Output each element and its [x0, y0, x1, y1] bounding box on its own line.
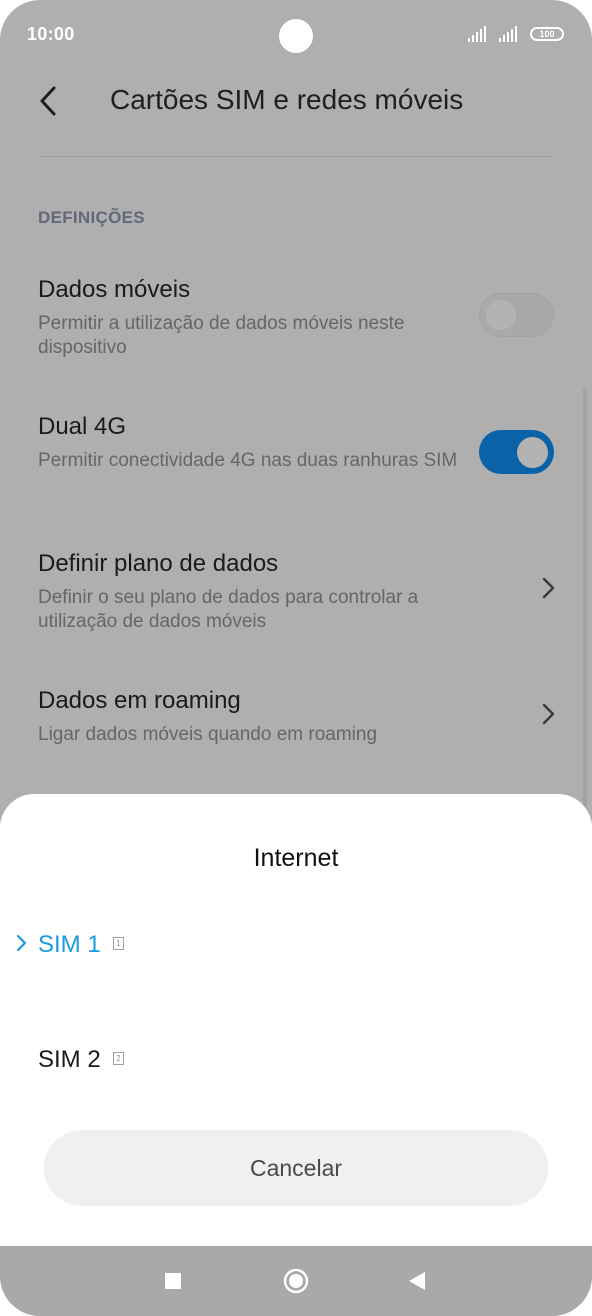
camera-cutout: [279, 19, 313, 53]
phone-screen: 10:00 100 Cartões SIM e redes móveis DEF…: [0, 0, 592, 1316]
header: Cartões SIM e redes móveis: [0, 70, 592, 150]
header-divider: [38, 156, 554, 157]
setting-title: Definir plano de dados: [38, 550, 279, 577]
chevron-right-icon: [542, 577, 555, 599]
scrollbar[interactable]: [583, 388, 587, 808]
sim2-option[interactable]: SIM 2 2: [0, 1019, 592, 1099]
page-title: Cartões SIM e redes móveis: [110, 84, 464, 115]
section-label: DEFINIÇÕES: [38, 208, 145, 227]
setting-subtitle: Ligar dados móveis quando em roaming: [38, 724, 378, 745]
status-time: 10:00: [27, 24, 75, 44]
toggle-knob: [517, 437, 548, 468]
mobile-data-toggle[interactable]: [479, 293, 554, 337]
selected-chevron-icon: [16, 934, 27, 952]
setting-title: Dados em roaming: [38, 687, 241, 714]
triangle-back-icon[interactable]: [406, 1270, 428, 1292]
setting-subtitle: Definir o seu plano de dados para contro…: [38, 587, 419, 632]
setting-data-roaming[interactable]: Dados em roaming Ligar dados móveis quan…: [0, 687, 592, 767]
circle-icon[interactable]: [282, 1267, 310, 1295]
sheet-title: Internet: [253, 844, 339, 872]
sim1-slot-icon: 1: [113, 937, 124, 950]
sim1-label: SIM 1: [38, 931, 101, 958]
chevron-right-icon: [542, 703, 555, 725]
sim2-slot-icon: 2: [113, 1052, 124, 1065]
sim2-label: SIM 2: [38, 1046, 101, 1073]
signal-icon-2: [499, 26, 517, 42]
status-bar: 10:00 100: [0, 0, 592, 70]
setting-title: Dados móveis: [38, 276, 191, 303]
setting-mobile-data[interactable]: Dados móveis Permitir a utilização de da…: [0, 276, 592, 386]
dual-4g-toggle[interactable]: [479, 430, 554, 474]
cancel-button[interactable]: Cancelar: [44, 1130, 548, 1206]
navigation-bar: [0, 1246, 592, 1316]
setting-subtitle: Permitir a utilização de dados móveis ne…: [38, 313, 405, 358]
setting-title: Dual 4G: [38, 413, 127, 440]
internet-sheet: Internet SIM 1 1 SIM 2 2 Cancelar: [0, 794, 592, 1246]
back-arrow-icon[interactable]: [36, 84, 64, 118]
setting-subtitle: Permitir conectividade 4G nas duas ranhu…: [38, 450, 458, 471]
signal-icon: [468, 26, 486, 42]
toggle-knob: [486, 300, 516, 330]
sim1-option[interactable]: SIM 1 1: [0, 904, 592, 984]
battery-icon: 100: [530, 27, 564, 41]
square-icon[interactable]: [163, 1271, 183, 1291]
setting-dual-4g[interactable]: Dual 4G Permitir conectividade 4G nas du…: [0, 413, 592, 523]
setting-data-plan[interactable]: Definir plano de dados Definir o seu pla…: [0, 550, 592, 660]
